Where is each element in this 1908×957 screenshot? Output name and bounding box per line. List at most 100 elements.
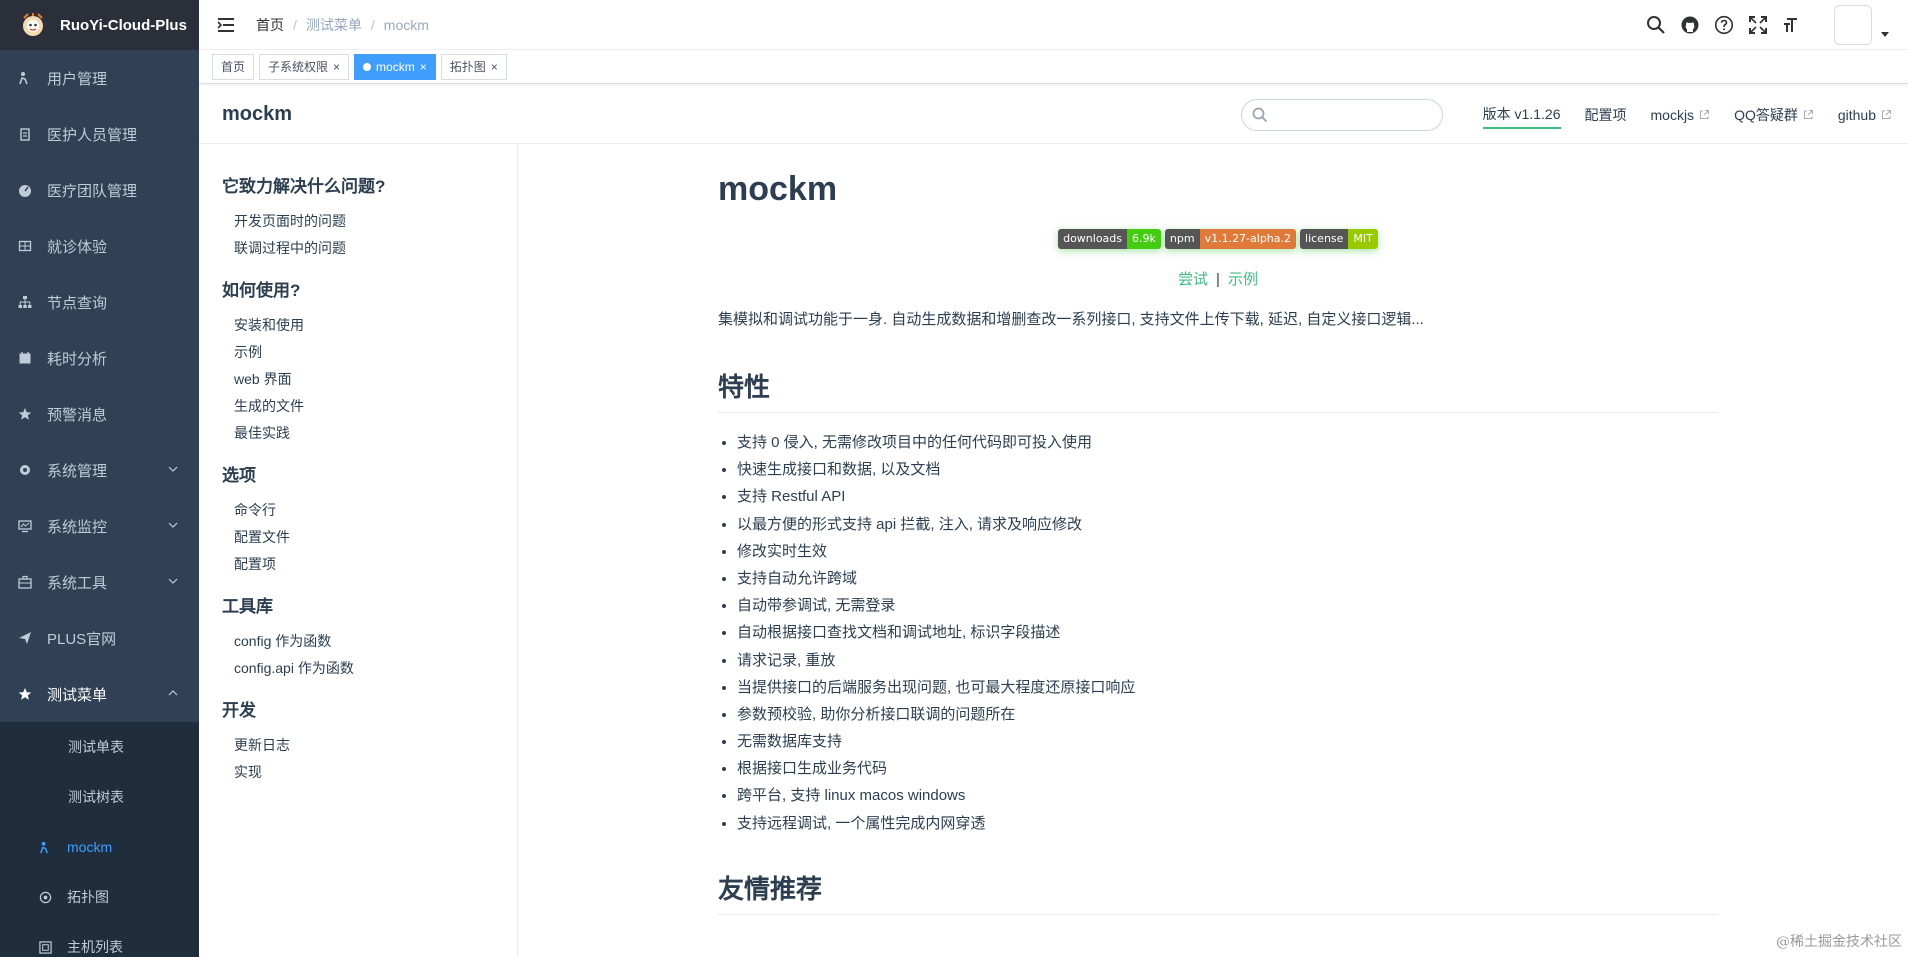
search-icon[interactable] bbox=[1646, 15, 1666, 35]
toc-group-title[interactable]: 它致力解决什么问题? bbox=[222, 172, 517, 197]
sidebar-subitem-label: 测试单表 bbox=[68, 739, 124, 755]
sidebar-item-time-analysis[interactable]: 耗时分析 bbox=[0, 330, 199, 386]
close-icon[interactable]: × bbox=[491, 60, 498, 74]
link-separator: | bbox=[1216, 271, 1220, 288]
feature-item: 修改实时生效 bbox=[737, 538, 1718, 565]
user-icon bbox=[17, 70, 33, 86]
tag-topology[interactable]: 拓扑图 × bbox=[440, 53, 507, 80]
sidebar-subitem-label: 拓扑图 bbox=[67, 889, 109, 905]
toc-item[interactable]: 示例 bbox=[234, 339, 517, 366]
sidebar-subitem-label: 主机列表 bbox=[67, 939, 123, 955]
badge-label: license bbox=[1300, 229, 1349, 249]
github-icon[interactable] bbox=[1680, 15, 1700, 35]
tag-home[interactable]: 首页 bbox=[212, 53, 255, 80]
nav-github-link[interactable]: github bbox=[1838, 101, 1892, 129]
sidebar-item-medical-staff[interactable]: 医护人员管理 bbox=[0, 106, 199, 162]
topology-icon bbox=[38, 890, 52, 904]
close-icon[interactable]: × bbox=[333, 60, 340, 74]
sidebar-logo[interactable]: RuoYi-Cloud-Plus bbox=[0, 0, 199, 50]
feature-item: 以最方便的形式支持 api 拦截, 注入, 请求及响应修改 bbox=[737, 511, 1718, 538]
feature-item: 自动带参调试, 无需登录 bbox=[737, 592, 1718, 619]
breadcrumb-current: mockm bbox=[383, 16, 429, 33]
try-links: 尝试 | 示例 bbox=[718, 268, 1718, 289]
sidebar-item-visit-experience[interactable]: 就诊体验 bbox=[0, 218, 199, 274]
breadcrumb-home[interactable]: 首页 bbox=[256, 15, 284, 35]
right-menu bbox=[1646, 0, 1908, 50]
sidebar-item-label: 系统管理 bbox=[47, 462, 108, 480]
sidebar-item-plus-website[interactable]: PLUS官网 bbox=[0, 610, 199, 666]
nav-mockjs-link[interactable]: mockjs bbox=[1651, 101, 1711, 129]
feature-item: 参数预校验, 助你分析接口联调的问题所在 bbox=[737, 701, 1718, 728]
sidebar-item-medical-team[interactable]: 医疗团队管理 bbox=[0, 162, 199, 218]
sidebar-subitem-test-table[interactable]: 测试单表 bbox=[0, 722, 199, 772]
nav-config-link[interactable]: 配置项 bbox=[1585, 101, 1627, 129]
toc-item[interactable]: 命令行 bbox=[234, 497, 517, 524]
sidebar-item-label: 节点查询 bbox=[47, 294, 108, 312]
sidebar-subitem-topology[interactable]: 拓扑图 bbox=[0, 872, 199, 922]
toc-item[interactable]: web 界面 bbox=[234, 366, 517, 393]
downloads-badge[interactable]: downloads 6.9k bbox=[1058, 229, 1161, 249]
sidebar-item-test-menu[interactable]: 测试菜单 bbox=[0, 666, 199, 722]
sidebar-item-label: 就诊体验 bbox=[47, 238, 108, 256]
toc-item[interactable]: 配置项 bbox=[234, 551, 517, 578]
toc-group-title[interactable]: 选项 bbox=[222, 461, 517, 486]
toc-item[interactable]: 联调过程中的问题 bbox=[234, 235, 517, 262]
doc-content: mockm downloads 6.9k npm v1.1.27-alpha.2 l… bbox=[718, 144, 1718, 915]
sidebar-item-node-query[interactable]: 节点查询 bbox=[0, 274, 199, 330]
sidebar-item-user[interactable]: 用户管理 bbox=[0, 50, 199, 106]
feature-item: 支持自动允许跨域 bbox=[737, 565, 1718, 592]
caret-down-icon[interactable] bbox=[1880, 29, 1890, 39]
sidebar-item-warning-message[interactable]: 预警消息 bbox=[0, 386, 199, 442]
toc-item[interactable]: 配置文件 bbox=[234, 524, 517, 551]
close-icon[interactable]: × bbox=[420, 60, 427, 74]
toc-item[interactable]: 生成的文件 bbox=[234, 393, 517, 420]
npm-badge[interactable]: npm v1.1.27-alpha.2 bbox=[1164, 229, 1297, 249]
doc-search-input[interactable] bbox=[1240, 98, 1443, 131]
sidebar-subitem-mockm[interactable]: mockm bbox=[0, 822, 199, 872]
avatar[interactable] bbox=[1834, 5, 1872, 45]
toc-item[interactable]: 安装和使用 bbox=[234, 312, 517, 339]
badge-label: npm bbox=[1164, 229, 1200, 249]
toc-group-title[interactable]: 如何使用? bbox=[222, 276, 517, 301]
chevron-down-icon bbox=[168, 522, 178, 528]
hamburger-icon[interactable] bbox=[215, 14, 237, 36]
toc-item[interactable]: config 作为函数 bbox=[234, 628, 517, 655]
gear-icon bbox=[17, 462, 33, 478]
font-size-icon[interactable] bbox=[1782, 15, 1802, 35]
sidebar-item-system-tools[interactable]: 系统工具 bbox=[0, 554, 199, 610]
toc-group-title[interactable]: 工具库 bbox=[222, 592, 517, 617]
tag-mockm[interactable]: mockm × bbox=[354, 53, 436, 80]
doc-site-title[interactable]: mockm bbox=[222, 103, 292, 126]
sidebar-item-label: 医疗团队管理 bbox=[47, 182, 138, 200]
toc-item[interactable]: 实现 bbox=[234, 759, 517, 786]
doc-description: 集模拟和调试功能于一身. 自动生成数据和增删查改一系列接口, 支持文件上传下载,… bbox=[718, 311, 1424, 328]
sidebar-subitem-test-tree[interactable]: 测试树表 bbox=[0, 772, 199, 822]
license-badge[interactable]: license MIT bbox=[1300, 229, 1378, 249]
sidebar: RuoYi-Cloud-Plus 用户管理 医护人员管理 医疗团队管理 就诊体验… bbox=[0, 0, 199, 957]
nav-version-link[interactable]: 版本 v1.1.26 bbox=[1482, 101, 1561, 129]
toc-item[interactable]: 更新日志 bbox=[234, 732, 517, 759]
badges: downloads 6.9k npm v1.1.27-alpha.2 license… bbox=[718, 229, 1718, 249]
calendar-icon bbox=[17, 350, 33, 366]
main-area: 首页 / 测试菜单 / mockm 首页 子系统权限 × mockm × 拓扑图 × bbox=[199, 0, 1908, 957]
try-link[interactable]: 尝试 bbox=[1178, 271, 1208, 288]
toc-item[interactable]: config.api 作为函数 bbox=[234, 655, 517, 682]
help-icon[interactable] bbox=[1714, 15, 1734, 35]
watermark: @稀土掘金技术社区 bbox=[1776, 934, 1902, 950]
sidebar-subitem-host-list[interactable]: 主机列表 bbox=[0, 922, 199, 957]
nav-qq-link[interactable]: QQ答疑群 bbox=[1734, 101, 1814, 129]
sidebar-item-system-monitor[interactable]: 系统监控 bbox=[0, 498, 199, 554]
example-link[interactable]: 示例 bbox=[1228, 271, 1258, 288]
toc-group-title[interactable]: 开发 bbox=[222, 696, 517, 721]
server-icon bbox=[38, 940, 52, 954]
navbar: 首页 / 测试菜单 / mockm bbox=[199, 0, 1908, 50]
tags-view: 首页 子系统权限 × mockm × 拓扑图 × bbox=[199, 50, 1908, 84]
badge-value: 6.9k bbox=[1127, 229, 1161, 249]
fullscreen-icon[interactable] bbox=[1748, 15, 1768, 35]
sidebar-item-label: 预警消息 bbox=[47, 406, 108, 424]
sidebar-item-system-management[interactable]: 系统管理 bbox=[0, 442, 199, 498]
sidebar-item-label: 系统监控 bbox=[47, 518, 108, 536]
tag-subsystem-permission[interactable]: 子系统权限 × bbox=[259, 53, 350, 80]
toc-item[interactable]: 开发页面时的问题 bbox=[234, 208, 517, 235]
toc-item[interactable]: 最佳实践 bbox=[234, 420, 517, 447]
